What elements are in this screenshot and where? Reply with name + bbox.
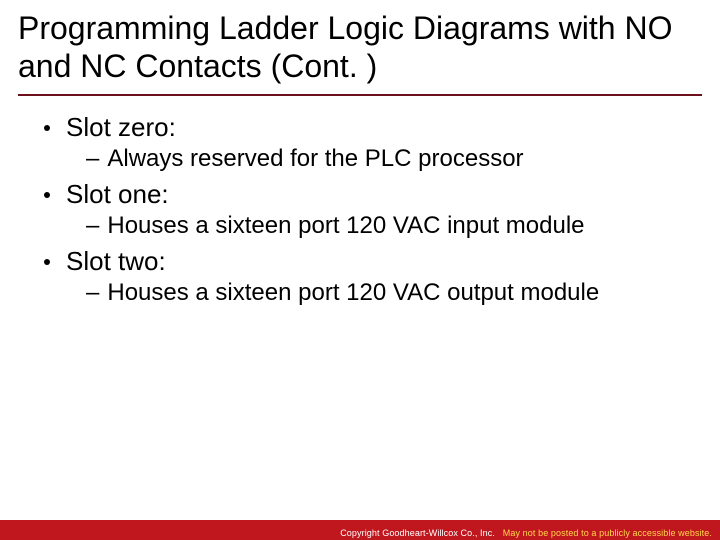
bullet-level-2: – Houses a sixteen port 120 VAC output m… <box>86 279 700 307</box>
slide-title: Programming Ladder Logic Diagrams with N… <box>0 0 720 88</box>
bullet-level-1: Slot one: <box>44 179 700 210</box>
bullet-text: Always reserved for the PLC processor <box>107 145 523 173</box>
footer-warning: May not be posted to a publicly accessib… <box>503 528 712 538</box>
bullet-dot-icon <box>44 259 50 265</box>
bullet-dash-icon: – <box>86 279 99 307</box>
bullet-level-1: Slot zero: <box>44 112 700 143</box>
bullet-level-2: – Houses a sixteen port 120 VAC input mo… <box>86 212 700 240</box>
bullet-text: Houses a sixteen port 120 VAC output mod… <box>107 279 599 307</box>
slide-body: Slot zero: – Always reserved for the PLC… <box>0 96 720 307</box>
bullet-level-1: Slot two: <box>44 246 700 277</box>
bullet-dot-icon <box>44 192 50 198</box>
bullet-dash-icon: – <box>86 212 99 240</box>
bullet-text: Slot one: <box>66 179 169 210</box>
bullet-dash-icon: – <box>86 145 99 173</box>
bullet-dot-icon <box>44 125 50 131</box>
bullet-level-2: – Always reserved for the PLC processor <box>86 145 700 173</box>
bullet-text: Slot two: <box>66 246 166 277</box>
slide: Programming Ladder Logic Diagrams with N… <box>0 0 720 540</box>
bullet-text: Slot zero: <box>66 112 176 143</box>
bullet-text: Houses a sixteen port 120 VAC input modu… <box>107 212 584 240</box>
footer-copyright: Copyright Goodheart-Willcox Co., Inc. <box>340 528 495 538</box>
footer-text: Copyright Goodheart-Willcox Co., Inc. Ma… <box>340 528 712 538</box>
